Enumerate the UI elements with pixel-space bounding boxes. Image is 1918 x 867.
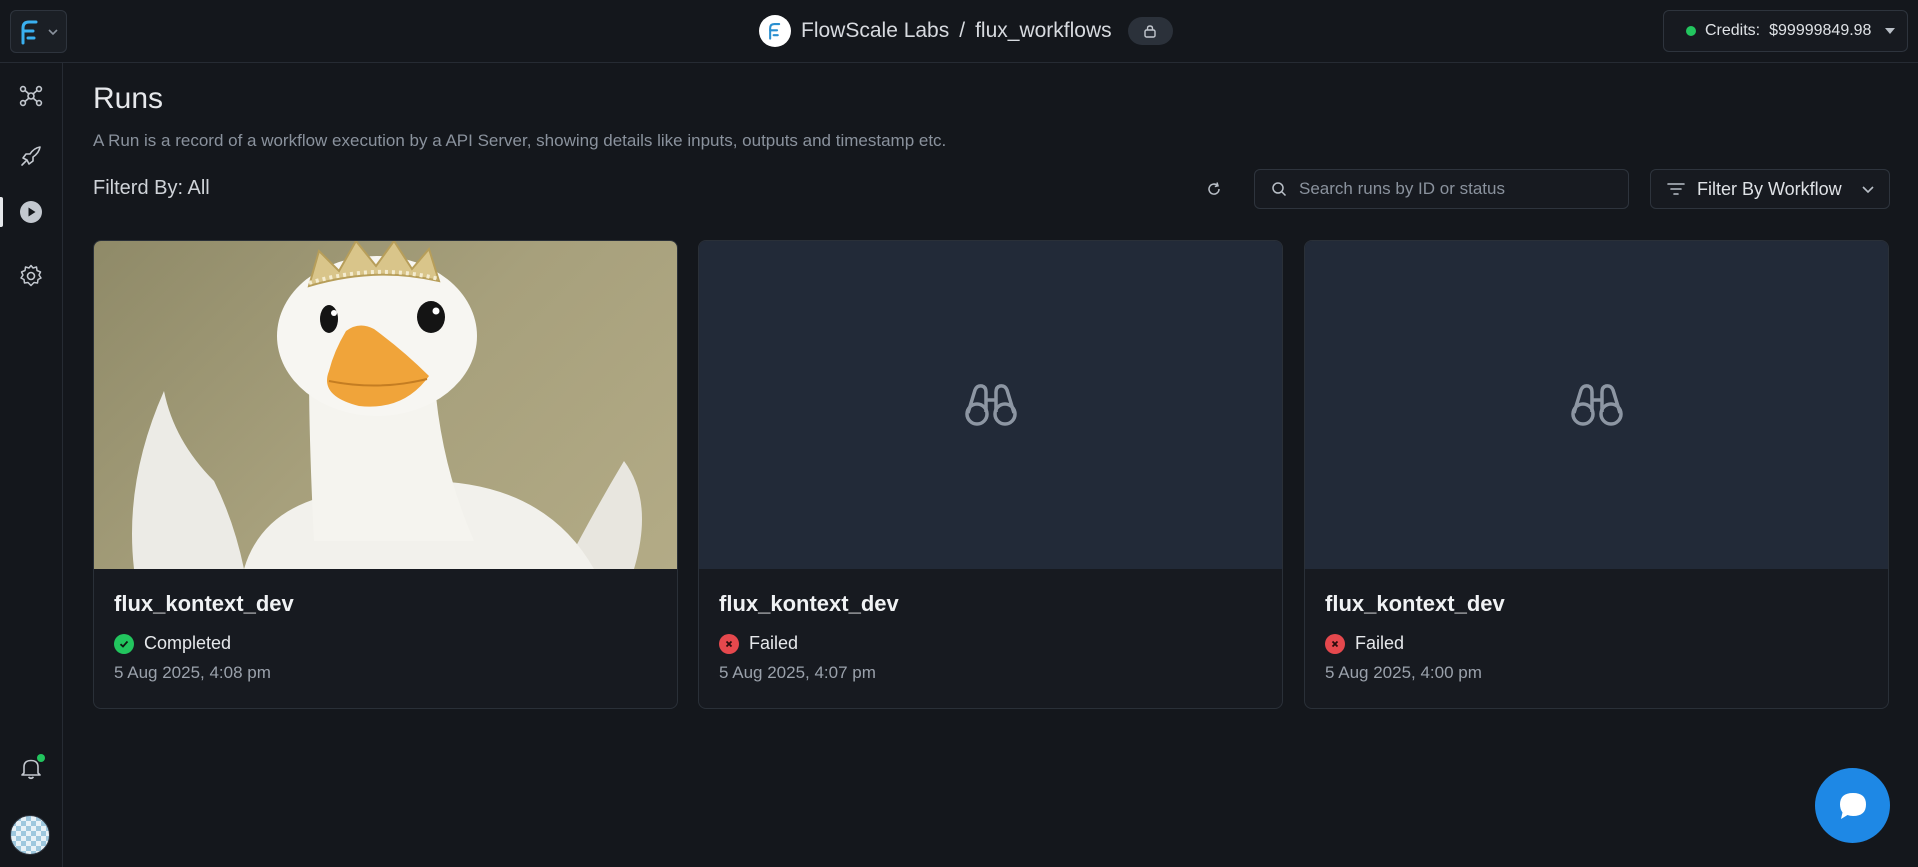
duck-with-crown-image — [132, 241, 642, 569]
app-switcher-button[interactable] — [10, 10, 67, 53]
avatar[interactable] — [10, 815, 50, 855]
search-input[interactable] — [1299, 179, 1599, 199]
play-circle-icon — [20, 201, 42, 223]
run-timestamp: 5 Aug 2025, 4:07 pm — [719, 663, 876, 682]
flowscale-logo-icon — [769, 23, 781, 40]
status-badge: Failed — [1325, 633, 1868, 654]
run-title: flux_kontext_dev — [1325, 591, 1505, 616]
credits-dropdown[interactable]: Credits: $99999849.98 — [1663, 10, 1908, 52]
run-output-placeholder — [1305, 241, 1888, 569]
page-title: Runs — [93, 82, 164, 115]
workflow-nodes-icon — [19, 85, 43, 107]
refresh-button[interactable] — [1203, 178, 1225, 200]
run-title: flux_kontext_dev — [114, 591, 294, 616]
breadcrumb-separator: / — [959, 19, 966, 42]
run-card[interactable]: flux_kontext_dev Failed 5 Aug 2025, 4:07… — [698, 240, 1283, 709]
notification-badge — [37, 754, 45, 762]
x-circle-icon — [1325, 633, 1345, 654]
sidebar-item-runs[interactable] — [16, 197, 46, 227]
filter-by-workflow-label: Filter By Workflow — [1697, 178, 1842, 199]
project-name[interactable]: flux_workflows — [975, 19, 1112, 43]
filter-status-label: Filterd By: All — [93, 177, 210, 199]
org-avatar[interactable] — [759, 15, 791, 47]
sidebar-item-deploy[interactable] — [16, 141, 46, 171]
chevron-down-icon — [1862, 185, 1874, 193]
support-chat-button[interactable] — [1815, 768, 1890, 843]
search-icon — [1272, 182, 1287, 197]
run-card[interactable]: flux_kontext_dev Failed 5 Aug 2025, 4:00… — [1304, 240, 1889, 709]
run-title: flux_kontext_dev — [719, 591, 899, 616]
binoculars-icon — [964, 384, 1017, 426]
lock-icon — [1144, 25, 1156, 38]
status-badge: Completed — [114, 633, 657, 654]
sidebar-item-workflows[interactable] — [16, 81, 46, 111]
flowscale-logo-icon — [21, 20, 37, 44]
active-indicator — [0, 197, 3, 227]
search-field[interactable] — [1254, 169, 1629, 209]
x-circle-icon — [719, 633, 739, 654]
run-timestamp: 5 Aug 2025, 4:08 pm — [114, 663, 271, 682]
top-bar: FlowScale Labs / flux_workflows Credits:… — [0, 0, 1918, 63]
run-status: Failed — [749, 633, 799, 653]
credits-label: Credits: — [1705, 22, 1761, 39]
page-description: A Run is a record of a workflow executio… — [93, 131, 947, 150]
notifications-button[interactable] — [16, 753, 46, 783]
check-circle-icon — [114, 633, 134, 654]
run-card[interactable]: flux_kontext_dev Completed 5 Aug 2025, 4… — [93, 240, 678, 709]
run-output-image — [94, 241, 677, 569]
run-status: Failed — [1355, 633, 1405, 653]
breadcrumb: FlowScale Labs / flux_workflows — [759, 14, 1173, 48]
gear-icon — [20, 264, 42, 287]
org-name[interactable]: FlowScale Labs — [801, 19, 949, 43]
run-status: Completed — [144, 633, 232, 653]
refresh-icon — [1208, 182, 1220, 195]
filter-icon — [1667, 183, 1685, 195]
chat-bubble-icon — [1839, 792, 1866, 819]
binoculars-icon — [1570, 384, 1623, 426]
caret-down-icon — [1885, 28, 1895, 34]
chevron-down-icon — [47, 28, 58, 35]
sidebar — [0, 63, 63, 867]
run-timestamp: 5 Aug 2025, 4:00 pm — [1325, 663, 1482, 682]
rocket-icon — [21, 146, 41, 166]
filter-by-workflow-dropdown[interactable]: Filter By Workflow — [1650, 169, 1890, 209]
private-lock-badge[interactable] — [1127, 17, 1173, 45]
status-badge: Failed — [719, 633, 1262, 654]
status-dot — [1686, 26, 1696, 36]
run-output-placeholder — [699, 241, 1282, 569]
credits-value: $99999849.98 — [1769, 22, 1872, 39]
sidebar-item-settings[interactable] — [16, 261, 46, 291]
